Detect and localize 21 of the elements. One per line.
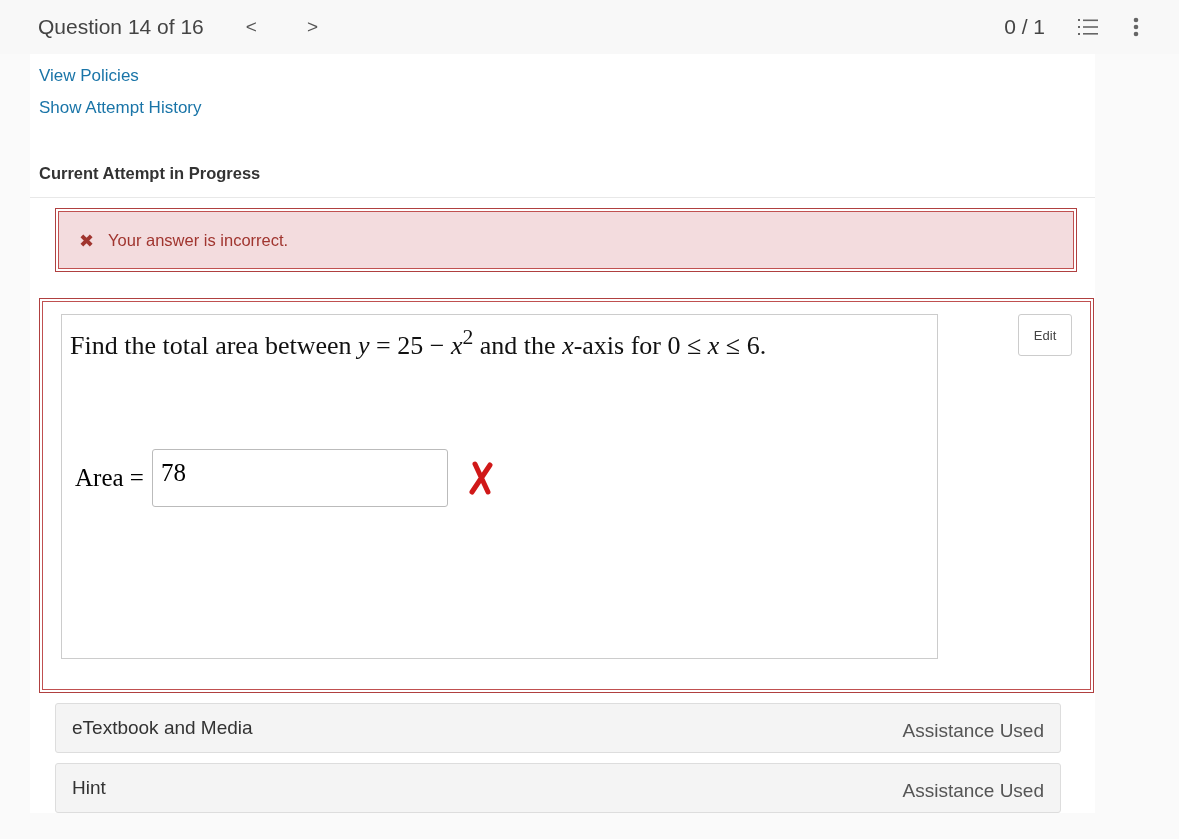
next-button[interactable]: > xyxy=(300,12,324,42)
link[interactable]: View Policies xyxy=(39,66,139,86)
assistance-status: Assistance Used xyxy=(902,780,1044,802)
assistance-status: Assistance Used xyxy=(902,720,1044,742)
edit-button[interactable]: Edit xyxy=(1018,314,1072,356)
assistance-panel[interactable]: Hint Assistance Used xyxy=(55,763,1061,813)
more-options-icon[interactable] xyxy=(1131,15,1141,39)
alert-message: Your answer is incorrect. xyxy=(108,230,289,250)
answer-field[interactable]: 78 xyxy=(151,448,448,507)
score: 0 / 1 xyxy=(1004,15,1045,39)
question-text: Find the total area between y = 25 − x$^{2}$ and the x-axis for 0 ≤ x ≤ 6. xyxy=(70,325,768,361)
answer-label: Area = xyxy=(75,463,144,492)
error-icon: ✖ xyxy=(79,229,95,251)
question-counter: Question 14 of 16 xyxy=(38,15,204,39)
assistance-title: Hint xyxy=(72,777,106,799)
assistance-panel[interactable]: eTextbook and Media Assistance Used xyxy=(55,703,1061,753)
assistance-title: eTextbook and Media xyxy=(72,717,253,739)
previous-button[interactable]: < xyxy=(239,12,263,42)
attempt-heading: Current Attempt in Progress xyxy=(30,130,1095,198)
numbered-list-icon[interactable] xyxy=(1075,16,1101,38)
link[interactable]: Show Attempt History xyxy=(39,98,202,118)
